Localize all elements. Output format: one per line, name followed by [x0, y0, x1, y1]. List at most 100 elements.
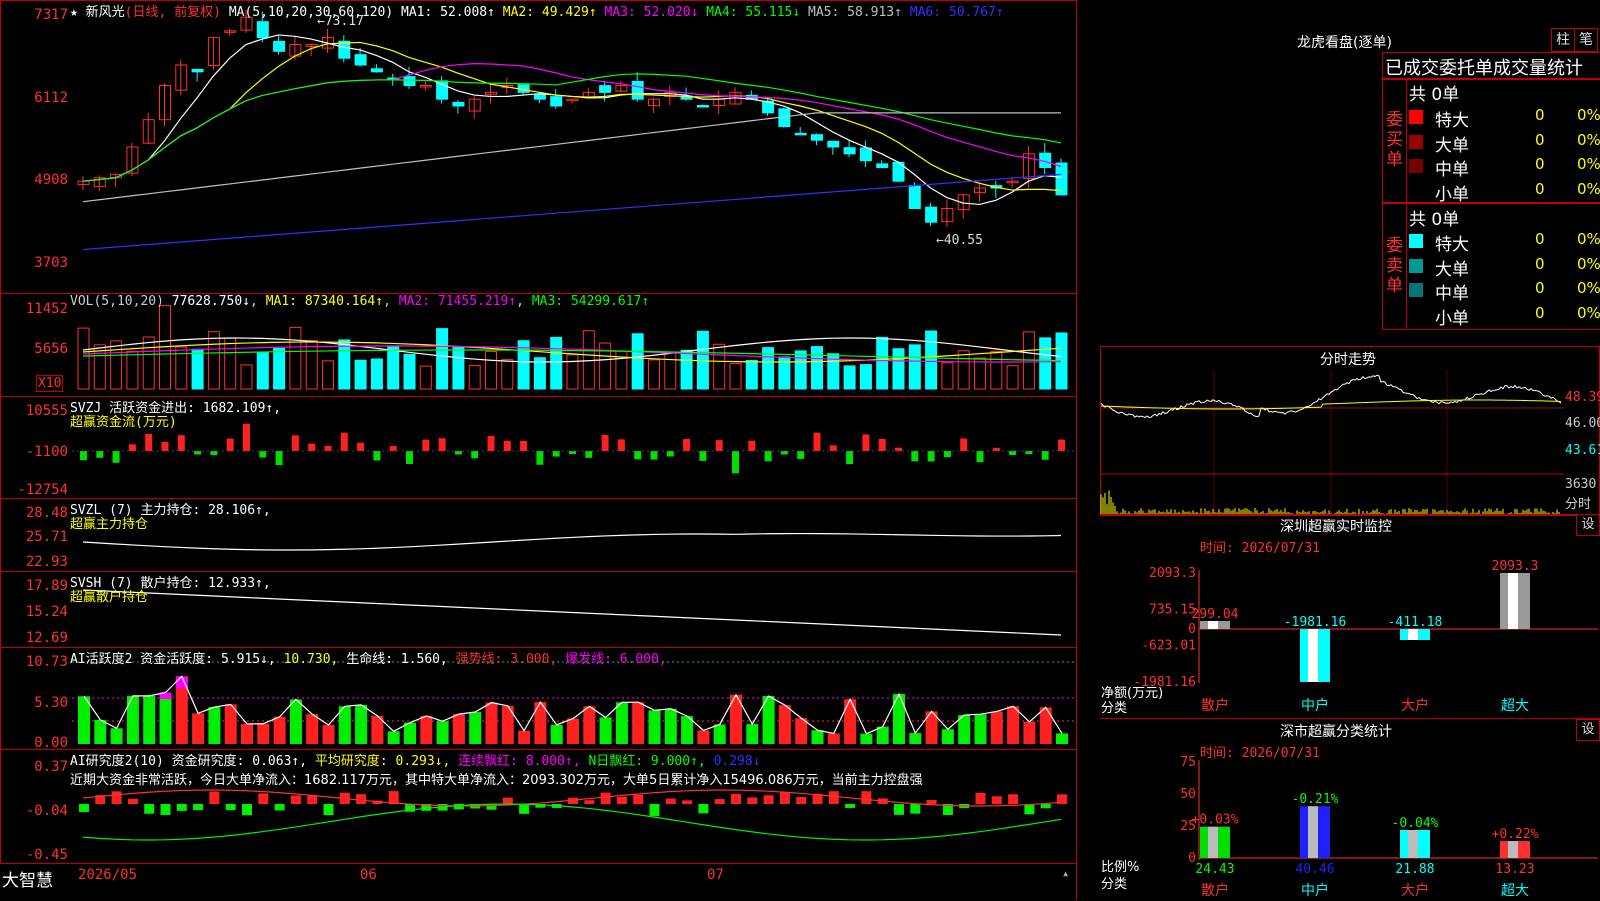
price-tick: 4908 — [0, 172, 68, 188]
volume-bar — [942, 363, 953, 389]
flow-bar — [504, 441, 511, 451]
volume-bar — [241, 365, 252, 389]
activity-bar — [649, 710, 661, 744]
activity-bar — [942, 729, 954, 744]
row-pct: 0% — [1577, 131, 1600, 149]
volume-bar — [909, 345, 920, 389]
monitor-x-label: 分类 — [1101, 697, 1127, 716]
volume-bar — [893, 349, 904, 389]
price-tick: 3703 — [0, 255, 68, 271]
research-bar — [894, 804, 904, 815]
sell-total: 共 0单 — [1409, 205, 1459, 230]
flow-bar — [977, 451, 984, 462]
flow-bar — [488, 436, 495, 451]
lock-icon[interactable]: ▴ — [1062, 866, 1069, 880]
flow-bar — [585, 451, 592, 458]
row-pct: 0% — [1577, 106, 1600, 124]
dragon-header: 已成交委托单成交量统计 — [1385, 54, 1583, 80]
flow-bar — [846, 451, 853, 464]
research-bar — [992, 796, 1002, 804]
research-bar — [193, 804, 203, 810]
flow-bar — [862, 434, 869, 451]
classify-x-label: 分类 — [1101, 873, 1127, 892]
candle — [632, 81, 643, 99]
volume-bar — [860, 365, 871, 389]
ma20-line — [83, 64, 1061, 182]
volume-bar — [486, 351, 497, 389]
dragon-title: 龙虎看盘(逐单) — [1297, 32, 1392, 52]
flow-bar — [879, 439, 886, 451]
flow-bar — [716, 440, 723, 451]
classify-settings-button[interactable]: 设 — [1576, 719, 1600, 741]
column-view-button[interactable]: 柱 — [1551, 28, 1575, 52]
candle — [257, 22, 268, 38]
flow-bar — [325, 446, 332, 451]
flow-bar — [814, 433, 821, 451]
intraday-tick: 43.61 — [1565, 443, 1600, 458]
sell-row-1: 大单 0 0% — [1409, 255, 1599, 277]
ma30-line — [83, 74, 1061, 181]
flow-bar — [667, 451, 674, 457]
flow-bar — [618, 439, 625, 451]
row-name: 大单 — [1435, 131, 1469, 156]
candle — [437, 81, 448, 99]
sell-side-label: 委卖单 — [1386, 236, 1404, 296]
svsh-tick: 15.24 — [0, 604, 68, 620]
intraday-tick: 48.39 — [1565, 390, 1600, 405]
research-bar — [976, 793, 986, 804]
activity-bar — [420, 716, 432, 744]
legend-swatch — [1409, 234, 1423, 248]
volume-bar — [681, 350, 692, 389]
candle — [371, 69, 382, 72]
intraday-vol-tick: 3630 — [1565, 477, 1596, 492]
buy-row-0: 特大 0 0% — [1409, 106, 1599, 128]
svzj-tick: -12754 — [0, 482, 68, 498]
ai-res-header: AI研究度2(10) 资金研究度: 0.063↑, 平均研究度: 0.293↓,… — [70, 750, 761, 769]
research-bar — [682, 800, 692, 804]
period-tag[interactable]: (日线, 前复权) — [125, 5, 221, 20]
row-count: 0 — [1535, 131, 1545, 149]
research-bar — [79, 804, 89, 812]
row-count: 0 — [1535, 155, 1545, 173]
activity-bar — [518, 731, 530, 744]
research-bar — [861, 791, 871, 804]
flow-bar — [276, 451, 283, 465]
ma5-value: MA5: 58.913↑ — [808, 5, 902, 20]
intraday-vol-label: 分时 — [1565, 493, 1591, 512]
ma10-line — [83, 42, 1061, 190]
volume-bar — [437, 329, 448, 389]
flow-bar — [341, 433, 348, 451]
activity-bar — [616, 702, 628, 744]
research-bar — [601, 793, 611, 804]
svzl-tick: 28.48 — [0, 505, 68, 521]
ma-header: MA(5,10,20,30,60,120) — [229, 5, 393, 20]
row-pct: 0% — [1577, 180, 1600, 198]
price-tick: 6112 — [0, 90, 68, 106]
row-name: 特大 — [1435, 106, 1469, 131]
volume-bar — [632, 334, 643, 389]
low-mark: ←40.55 — [936, 233, 983, 248]
flow-bar — [944, 451, 951, 457]
volume-bar — [502, 360, 513, 389]
star-icon[interactable]: ★ — [70, 5, 78, 20]
monitor-title: 深圳超赢实时监控 — [1280, 516, 1392, 536]
vol-unit: X10 — [36, 375, 63, 392]
flow-bar — [455, 451, 462, 455]
svsh-subtitle: 超赢散户持仓 — [70, 586, 148, 605]
row-pct: 0% — [1577, 155, 1600, 173]
ma4-value: MA4: 55.115↓ — [706, 5, 800, 20]
activity-bar — [192, 713, 204, 744]
flow-bar — [1009, 451, 1016, 455]
row-count: 0 — [1535, 180, 1545, 198]
flow-bar — [1058, 440, 1065, 451]
buy-total: 共 0单 — [1409, 80, 1459, 105]
research-bar — [584, 800, 594, 804]
intraday-panel[interactable] — [1100, 346, 1600, 516]
activity-bar — [469, 712, 481, 744]
monitor-settings-button[interactable]: 设 — [1576, 514, 1600, 536]
flow-bar — [748, 441, 755, 451]
legend-swatch — [1409, 110, 1423, 124]
candle — [534, 94, 545, 99]
sell-row-3: 小单 0 0% — [1409, 304, 1599, 326]
pen-view-button[interactable]: 笔 — [1574, 28, 1598, 52]
